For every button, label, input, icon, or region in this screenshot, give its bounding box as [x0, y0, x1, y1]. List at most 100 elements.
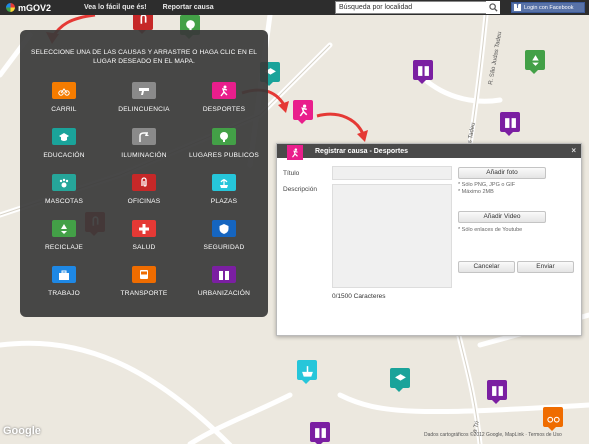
video-note: * Sólo enlaces de Youtube: [458, 227, 523, 233]
instructions-line: LUGAR DESEADO EN EL MAPA.: [93, 58, 195, 65]
graduation-cap-icon: [52, 128, 76, 145]
bicycle-icon: [52, 82, 76, 99]
runner-icon: [292, 147, 298, 158]
category-label: EDUCACIÓN: [43, 152, 85, 159]
bus-icon: [132, 266, 156, 283]
category-salud[interactable]: SALUD: [109, 220, 179, 251]
category-plazas[interactable]: PLAZAS: [189, 174, 259, 205]
map-marker-urbanization[interactable]: [487, 380, 507, 404]
register-cause-dialog: Registrar causa - Desportes × Título Des…: [276, 143, 582, 336]
category-label: PLAZAS: [210, 198, 238, 205]
category-delincuencia[interactable]: DELINCUENCIA: [109, 82, 179, 113]
lamp-icon: [132, 128, 156, 145]
bicycle-icon: [546, 416, 560, 423]
dialog-category-badge: [287, 145, 303, 160]
category-desportes[interactable]: DESPORTES: [189, 82, 259, 113]
gun-icon: [132, 82, 156, 99]
category-label: LUGARES PUBLICOS: [189, 152, 259, 159]
facebook-login-button[interactable]: f Login con Facebook: [511, 2, 585, 13]
map-marker-urbanization[interactable]: [500, 112, 520, 136]
category-panel: SELECCIONE UNA DE LAS CAUSAS Y ARRASTRE …: [20, 30, 268, 317]
char-counter: 0/1500 Caracteres: [332, 293, 386, 300]
category-label: SEGURIDAD: [203, 244, 245, 251]
instructions-line: SELECCIONE UNA DE LAS CAUSAS Y ARRASTRE …: [30, 49, 258, 56]
runner-icon: [212, 82, 236, 99]
category-lugares-publicos[interactable]: LUGARES PUBLICOS: [189, 128, 259, 159]
category-label: URBANIZACIÓN: [197, 290, 251, 297]
send-button[interactable]: Enviar: [517, 261, 574, 273]
category-label: MASCOTAS: [44, 198, 84, 205]
paperclip-icon: [140, 13, 146, 24]
title-label: Título: [283, 170, 300, 177]
category-oficinas[interactable]: OFICINAS: [109, 174, 179, 205]
buildings-icon: [314, 427, 326, 438]
search-icon: [488, 3, 498, 12]
category-label: TRANSPORTE: [120, 290, 168, 297]
map-marker-sports[interactable]: [293, 100, 313, 124]
category-iluminación[interactable]: ILUMINACIÓN: [109, 128, 179, 159]
app-title: mGOV2: [18, 2, 52, 13]
category-label: DELINCUENCIA: [118, 106, 170, 113]
category-urbanización[interactable]: URBANIZACIÓN: [189, 266, 259, 297]
search-input[interactable]: Búsqueda por localidad: [335, 1, 500, 14]
map-marker-squares[interactable]: [297, 360, 317, 384]
hint-arrow: [316, 112, 368, 142]
category-label: TRABAJO: [48, 290, 80, 297]
category-transporte[interactable]: TRANSPORTE: [109, 266, 179, 297]
map-marker-urbanization[interactable]: [310, 422, 330, 444]
map-marker-transport[interactable]: [543, 407, 563, 431]
app-logo[interactable]: mGOV2: [0, 3, 76, 13]
buildings-icon: [417, 65, 429, 76]
photo-note: * Sólo PNG, JPG o GIF: [458, 182, 516, 188]
street-label: R. São Judas Tadeu: [488, 31, 503, 85]
category-mascotas[interactable]: MASCOTAS: [29, 174, 99, 205]
description-textarea[interactable]: [332, 184, 452, 288]
facebook-icon: f: [514, 4, 521, 11]
map-marker-recycling[interactable]: [525, 50, 545, 74]
category-label: ILUMINACIÓN: [121, 152, 167, 159]
nav-how-it-works[interactable]: Vea lo fácil que és!: [76, 4, 155, 11]
paperclip-icon: [132, 174, 156, 191]
category-label: OFICINAS: [127, 198, 161, 205]
category-label: DESPORTES: [202, 106, 246, 113]
category-label: RECICLAJE: [44, 244, 84, 251]
recycle-icon: [52, 220, 76, 237]
dialog-header: Registrar causa - Desportes ×: [277, 144, 581, 160]
add-photo-button[interactable]: Añadir foto: [458, 167, 546, 179]
category-label: SALUD: [132, 244, 156, 251]
category-educación[interactable]: EDUCACIÓN: [29, 128, 99, 159]
photo-note: * Máximo 2MB: [458, 189, 494, 195]
title-input[interactable]: [332, 166, 452, 180]
buildings-icon: [212, 266, 236, 283]
photo-notes: * Sólo PNG, JPG o GIF * Máximo 2MB: [458, 182, 515, 196]
category-reciclaje[interactable]: RECICLAJE: [29, 220, 99, 251]
facebook-login-label: Login con Facebook: [524, 4, 574, 11]
cancel-button[interactable]: Cancelar: [458, 261, 515, 273]
category-trabajo[interactable]: TRABAJO: [29, 266, 99, 297]
fountain-icon: [301, 365, 313, 377]
search-button[interactable]: [486, 1, 500, 14]
category-carril[interactable]: CARRIL: [29, 82, 99, 113]
logo-icon: [6, 3, 15, 12]
tree-icon: [212, 128, 236, 145]
top-bar: mGOV2 Vea lo fácil que és! Reportar caus…: [0, 0, 589, 15]
category-label: CARRIL: [51, 106, 77, 113]
paw-icon: [52, 174, 76, 191]
panel-instructions: SELECCIONE UNA DE LAS CAUSAS Y ARRASTRE …: [24, 48, 264, 66]
map-marker-education[interactable]: [390, 368, 410, 392]
description-label: Descripción: [283, 186, 317, 193]
recycle-icon: [531, 54, 539, 66]
shield-icon: [212, 220, 236, 237]
buildings-icon: [491, 385, 503, 396]
fountain-icon: [212, 174, 236, 191]
category-seguridad[interactable]: SEGURIDAD: [189, 220, 259, 251]
cross-icon: [132, 220, 156, 237]
dialog-title: Registrar causa - Desportes: [315, 147, 408, 155]
add-video-button[interactable]: Añadir Video: [458, 211, 546, 223]
google-logo: Google: [3, 425, 41, 437]
map-attribution[interactable]: Dados cartográficos ©2012 Google, MapLin…: [424, 432, 562, 438]
nav-report-cause[interactable]: Reportar causa: [155, 4, 222, 11]
buildings-icon: [504, 117, 516, 128]
map-marker-urbanization[interactable]: [413, 60, 433, 84]
close-icon[interactable]: ×: [571, 146, 576, 155]
